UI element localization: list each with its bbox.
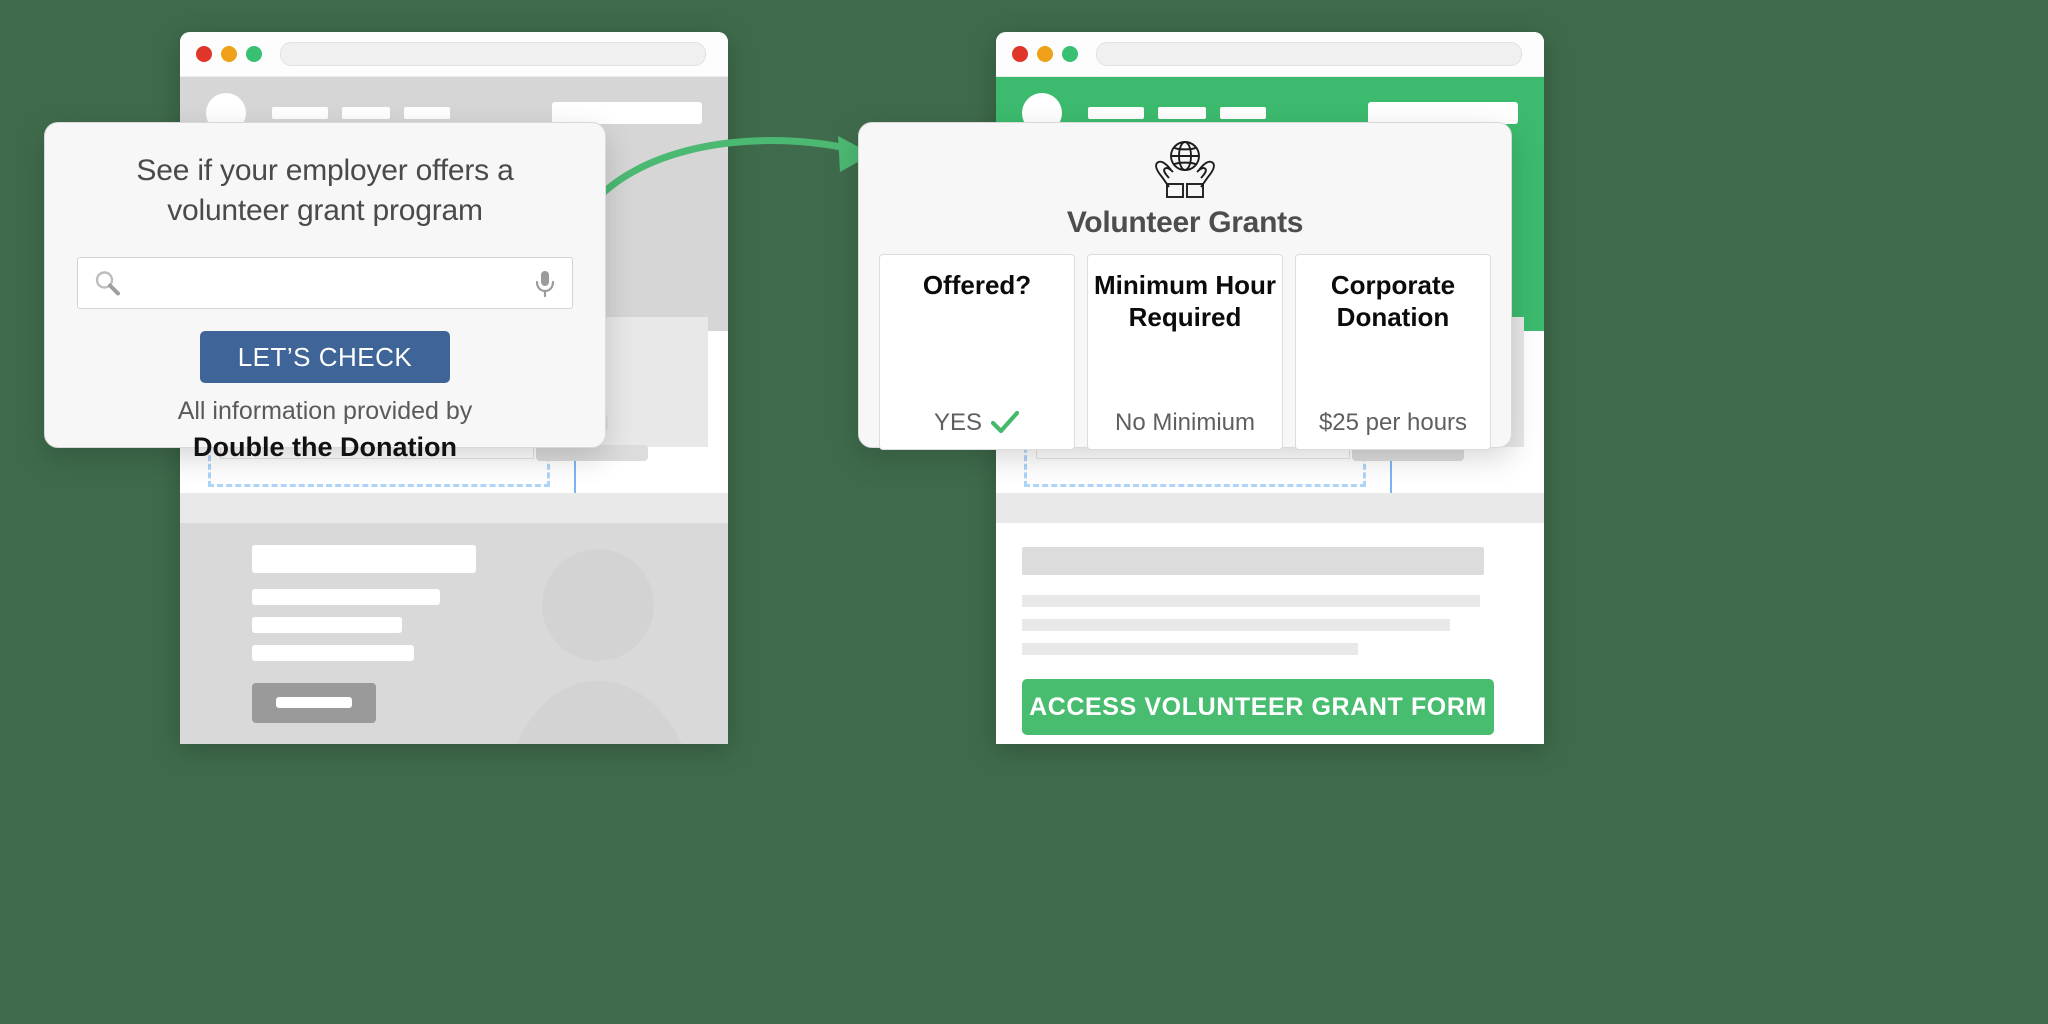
tile-minimum-hour-heading: Minimum Hour Required [1094,270,1276,332]
microphone-icon[interactable] [532,268,558,298]
tile-corporate-donation-heading: Corporate Donation [1330,270,1456,332]
magnifier-icon [92,268,122,298]
tile-corporate-donation: Corporate Donation $25 per hours [1295,254,1491,450]
volunteer-grants-card: Volunteer Grants Offered? YES Minimum Ho… [858,122,1512,450]
tile-offered-heading: Offered? [922,270,1032,300]
tile-offered-value: YES [933,409,983,436]
left-text-line-4 [252,645,414,661]
globe-in-hands-icon [1149,137,1221,204]
right-nav-item-2[interactable] [1158,107,1206,119]
left-traffic-lights [196,46,262,62]
tile-minimum-hour: Minimum Hour Required No Minimium [1087,254,1283,450]
employer-search-title-line1: See if your employer offers a [136,154,514,187]
illustration-stage: ACCESS VOLUNTEER GRANT FORM See if your … [0,0,2048,1024]
information-provider-label: All information provided by [177,397,473,425]
green-check-icon [990,410,1020,436]
right-traffic-lights [1012,46,1078,62]
employer-search-input[interactable] [122,269,532,297]
right-browser-chrome [996,32,1544,77]
maximize-green-icon[interactable] [1062,46,1078,62]
tile-offered-value-row: YES [934,409,1020,437]
person-silhouette-icon [516,549,682,744]
right-url-bar[interactable] [1096,42,1522,66]
lets-check-button[interactable]: LET’S CHECK [200,331,450,383]
left-page-button-label [276,697,352,708]
right-nav-item-3[interactable] [1220,107,1266,119]
left-url-bar[interactable] [280,42,706,66]
right-text-line-3 [1022,619,1450,631]
close-red-icon[interactable] [196,46,212,62]
left-browser-chrome [180,32,728,77]
tile-offered: Offered? YES [879,254,1075,450]
right-text-line-4 [1022,643,1358,655]
volunteer-grants-title: Volunteer Grants [1066,206,1304,239]
left-text-line-3 [252,617,402,633]
left-text-line-1 [252,545,476,573]
employer-search-input-row[interactable] [77,257,573,309]
right-divider-band [996,493,1544,523]
close-red-icon[interactable] [1012,46,1028,62]
tile-minimum-hour-value: No Minimium [1114,409,1255,436]
right-header-cta[interactable] [1368,102,1518,124]
left-divider-band [180,493,728,523]
minimize-amber-icon[interactable] [221,46,237,62]
volunteer-grant-tiles: Offered? YES Minimum Hour Required No Mi… [859,240,1511,450]
left-text-line-2 [252,589,440,605]
employer-search-title-line2: volunteer grant program [167,194,483,227]
tile-corporate-donation-value: $25 per hours [1318,409,1468,436]
left-nav-item-3[interactable] [404,107,450,119]
employer-search-title: See if your employer offers a volunteer … [45,123,605,231]
left-side-block [596,317,708,447]
maximize-green-icon[interactable] [246,46,262,62]
left-nav-item-2[interactable] [342,107,390,119]
right-text-line-1 [1022,547,1484,575]
employer-search-card: See if your employer offers a volunteer … [44,122,606,462]
right-nav-item-1[interactable] [1088,107,1144,119]
minimize-amber-icon[interactable] [1037,46,1053,62]
right-text-line-2 [1022,595,1480,607]
access-volunteer-grant-form-button[interactable]: ACCESS VOLUNTEER GRANT FORM [1022,679,1494,735]
left-nav-item-1[interactable] [272,107,328,119]
left-header-cta[interactable] [552,102,702,124]
provider-brand-name: Double the Donation [193,432,457,462]
